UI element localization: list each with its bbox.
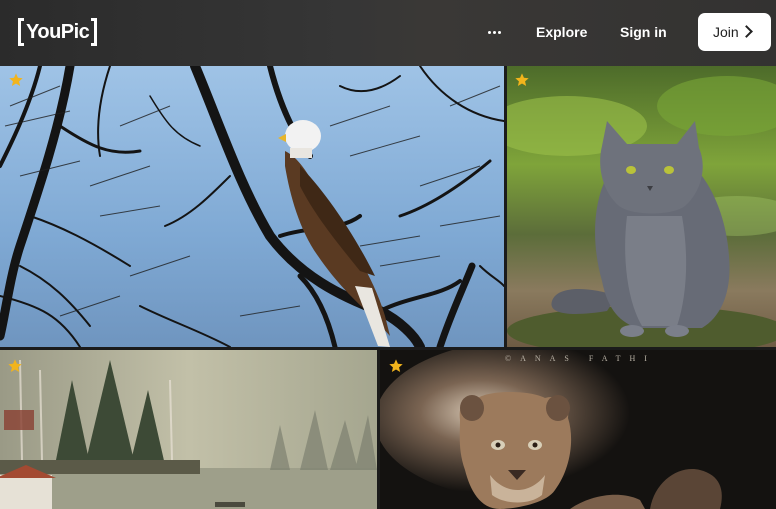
photo-tile-eagle[interactable] (0, 66, 504, 347)
photo-tile-lion-cub[interactable] (380, 350, 776, 509)
sign-in-link[interactable]: Sign in (620, 23, 667, 41)
featured-star-icon (7, 358, 23, 374)
featured-star-icon (514, 72, 530, 88)
eagle-photo-image (0, 66, 504, 347)
youpic-page: YouPic Explore Sign in Join ©ANAS FATHI (0, 0, 776, 509)
explore-link[interactable]: Explore (536, 23, 587, 41)
ellipsis-icon[interactable] (484, 22, 504, 42)
photo-tile-foggy-lake[interactable] (0, 350, 377, 509)
join-button-label: Join (713, 24, 739, 40)
featured-star-icon (388, 358, 404, 374)
photo-tile-cat[interactable] (507, 66, 776, 347)
lion-cub-photo-image (380, 350, 776, 509)
logo-text: YouPic (26, 21, 90, 43)
join-button[interactable]: Join (698, 13, 771, 51)
logo-right-bracket (91, 18, 98, 46)
cat-photo-image (507, 66, 776, 347)
chevron-right-icon (740, 25, 753, 38)
foggy-lake-photo-image (0, 350, 377, 509)
photo-watermark: ©ANAS FATHI (505, 354, 656, 363)
featured-star-icon (8, 72, 24, 88)
youpic-logo[interactable]: YouPic (18, 17, 98, 47)
top-navigation-bar: YouPic Explore Sign in Join (0, 0, 776, 66)
